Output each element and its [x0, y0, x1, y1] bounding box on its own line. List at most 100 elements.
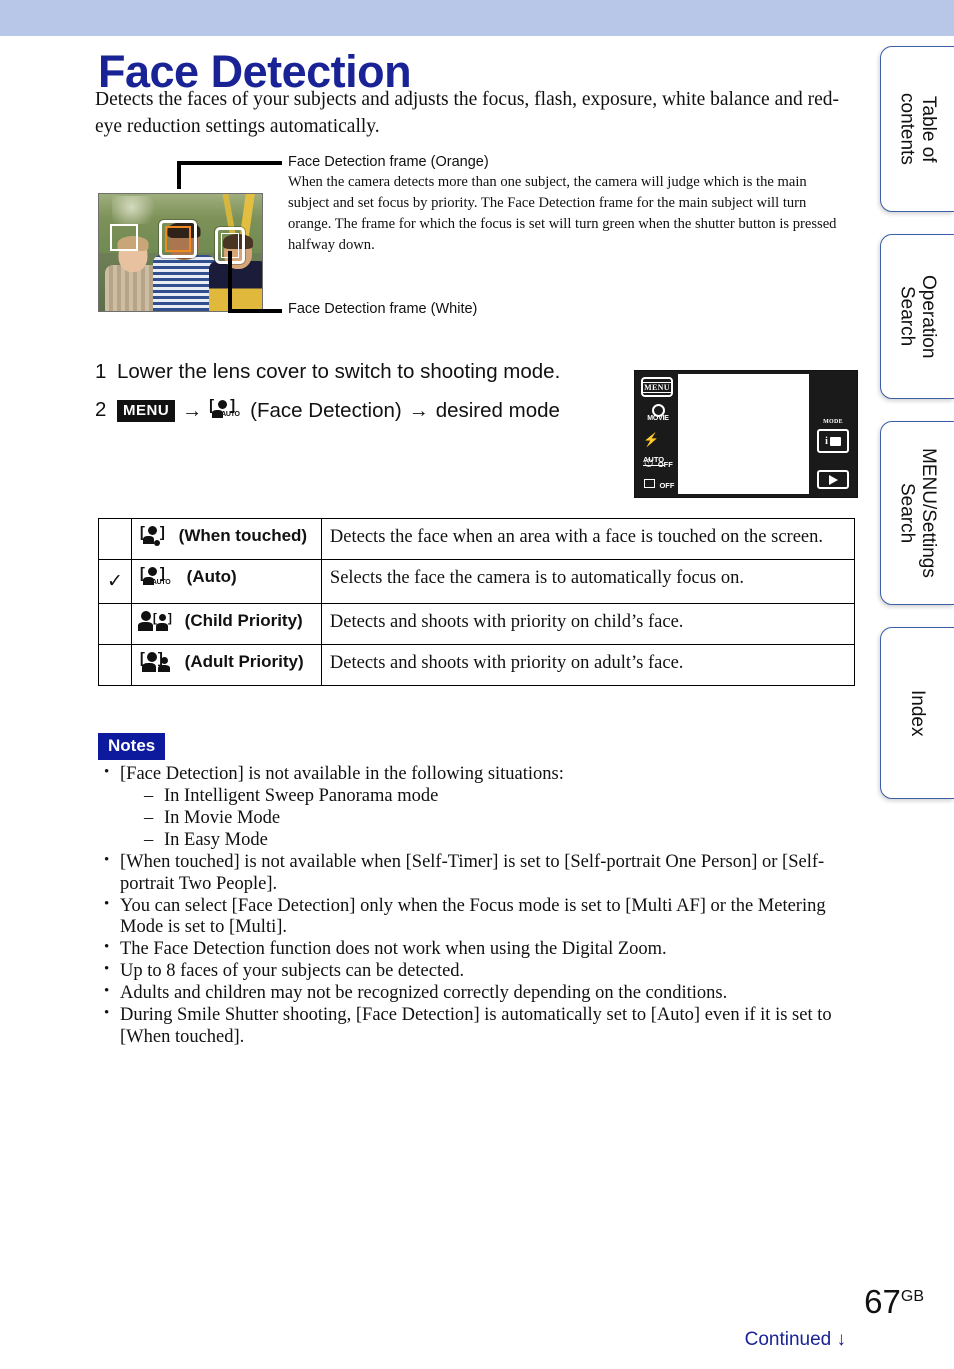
- step-1-number: 1: [95, 360, 107, 383]
- camera-screen-burst-button[interactable]: OFF: [644, 475, 676, 493]
- intelligent-auto-i-icon: i: [825, 435, 828, 447]
- callout-orange-title: Face Detection frame (Orange): [288, 154, 489, 170]
- step-1: 1 Lower the lens cover to switch to shoo…: [95, 360, 655, 384]
- arrow-down-icon: ↓: [836, 1329, 847, 1350]
- face-frame-orange-inner: [165, 226, 191, 252]
- table-row: [ ] (When touched) Detects the face when…: [98, 517, 856, 561]
- notes-list: [Face Detection] is not available in the…: [98, 764, 858, 1049]
- illustration-block: Face Detection frame (Orange) When the c…: [98, 154, 858, 317]
- row-description: Detects the face when an area with a fac…: [320, 517, 856, 561]
- face-detection-auto-icon-sublabel: AUTO: [151, 578, 171, 586]
- camera-screen-menu-button[interactable]: MENU: [641, 377, 673, 397]
- leader-line-orange-vertical: [177, 161, 181, 189]
- row-check-cell: [98, 644, 132, 687]
- camera-screen-playback-button[interactable]: [817, 470, 849, 489]
- step-2-text: MENU → [ ] AUTO (Face Detection) → desir…: [117, 397, 560, 424]
- camera-icon: [829, 436, 841, 446]
- list-item: [Face Detection] is not available in the…: [98, 764, 858, 852]
- list-item: You can select [Face Detection] only whe…: [98, 896, 858, 940]
- step-2-end-text: desired mode: [435, 399, 560, 422]
- camera-screen-menu-label: MENU: [641, 381, 673, 393]
- playback-triangle-icon: [828, 474, 838, 485]
- callout-orange-body: When the camera detects more than one su…: [288, 174, 837, 254]
- menu-button[interactable]: MENU: [117, 400, 176, 422]
- intro-paragraph: Detects the faces of your subjects and a…: [95, 89, 839, 137]
- camera-screen-burst-label: OFF: [659, 481, 675, 490]
- row-mode-label: (Auto): [186, 567, 237, 587]
- camera-screen-mode-button[interactable]: i: [817, 429, 849, 453]
- camera-screen-timer-label: OFF: [657, 460, 673, 469]
- burst-frames-icon: [644, 479, 655, 488]
- sample-photo: [98, 193, 263, 312]
- sidebar-item-index[interactable]: Index: [880, 627, 954, 799]
- continued-label: Continued: [744, 1329, 832, 1350]
- notes-badge: Notes: [98, 733, 166, 760]
- face-detection-auto-icon: [ ] AUTO: [209, 397, 240, 418]
- camera-screen-movie-button[interactable]: MOVIE: [645, 404, 671, 422]
- list-item: In Movie Mode: [144, 808, 858, 830]
- step-1-text: Lower the lens cover to switch to shooti…: [117, 360, 561, 383]
- sidebar-item-label: Index: [907, 689, 929, 737]
- camera-screen-live-view: [678, 374, 809, 494]
- camera-screen-illustration: MENU MOVIE ⚡ AUTO ⏱ OFF OFF MODE i: [634, 370, 858, 498]
- step-2: 2 MENU → [ ] AUTO (Face Detection) → des…: [95, 397, 655, 424]
- list-item: Up to 8 faces of your subjects can be de…: [98, 961, 858, 983]
- sidebar-item-label: Table of contents: [896, 93, 939, 165]
- sidebar-item-label: MENU/Settings Search: [896, 448, 939, 578]
- face-detection-touch-icon: [ ]: [140, 524, 170, 548]
- list-item: The Face Detection function does not wor…: [98, 939, 858, 961]
- page-number-value: 67: [864, 1283, 901, 1320]
- row-description: Selects the face the camera is to automa…: [320, 559, 856, 605]
- callout-white-title: Face Detection frame (White): [288, 301, 478, 317]
- row-check-cell: [98, 603, 132, 646]
- row-check-cell: [98, 517, 132, 561]
- sidebar-item-operation-search[interactable]: Operation Search: [880, 234, 954, 399]
- face-detection-adult-icon: [ ]: [140, 650, 176, 674]
- row-mode-cell: [ ] (Adult Priority): [130, 644, 322, 687]
- list-item: Adults and children may not be recognize…: [98, 983, 858, 1005]
- row-mode-cell: [ ] (When touched): [130, 517, 322, 561]
- step-2-number: 2: [95, 398, 107, 421]
- row-mode-label: (Adult Priority): [184, 652, 304, 672]
- table-row: [ ] (Child Priority) Detects and shoots …: [98, 603, 856, 646]
- page-number-suffix: GB: [900, 1288, 924, 1305]
- arrow-right-icon-2: →: [408, 400, 429, 422]
- row-mode-cell: [ ] AUTO (Auto): [130, 559, 322, 605]
- face-detection-auto-icon-sublabel: AUTO: [221, 411, 240, 418]
- face-frame-white-left: [110, 224, 138, 251]
- face-detection-modes-table: [ ] (When touched) Detects the face when…: [98, 517, 856, 687]
- sidebar-item-menu-settings-search[interactable]: MENU/Settings Search: [880, 421, 954, 605]
- arrow-right-icon-1: →: [182, 400, 203, 422]
- table-row: ✓ [ ] AUTO (Auto) Selects the face the c…: [98, 559, 856, 605]
- face-detection-child-icon: [ ]: [137, 610, 176, 633]
- list-item: [When touched] is not available when [Se…: [98, 852, 858, 896]
- flash-bolt-icon: ⚡: [643, 432, 660, 447]
- leader-line-orange-horizontal: [177, 161, 282, 165]
- list-item: In Intelligent Sweep Panorama mode: [144, 786, 858, 808]
- note-text: [Face Detection] is not available in the…: [120, 764, 564, 784]
- list-item: During Smile Shutter shooting, [Face Det…: [98, 1005, 858, 1049]
- page-number: 67GB: [864, 1283, 924, 1321]
- timer-icon: ⏱: [644, 456, 654, 470]
- camera-screen-mode-label: MODE: [823, 419, 843, 425]
- row-check-cell: ✓: [98, 559, 132, 605]
- notes-sublist: In Intelligent Sweep Panorama mode In Mo…: [120, 786, 858, 852]
- face-detection-auto-icon: [ ] AUTO: [139, 564, 171, 586]
- sidebar-item-label: Operation Search: [896, 274, 939, 359]
- row-description: Detects and shoots with priority on adul…: [320, 644, 856, 687]
- step-2-mid-text: (Face Detection): [250, 399, 402, 422]
- table-row: [ ] (Adult Priority) Detects and shoots …: [98, 644, 856, 687]
- row-mode-label: (Child Priority): [184, 611, 303, 631]
- steps-list: 1 Lower the lens cover to switch to shoo…: [95, 360, 655, 432]
- row-mode-cell: [ ] (Child Priority): [130, 603, 322, 646]
- row-mode-label: (When touched): [178, 526, 308, 545]
- camera-screen-selftimer-button[interactable]: ⏱ OFF: [644, 454, 676, 472]
- leader-line-white-vertical: [228, 251, 232, 313]
- list-item: In Easy Mode: [144, 830, 858, 852]
- continued-link[interactable]: Continued ↓: [745, 1329, 846, 1351]
- row-description: Detects and shoots with priority on chil…: [320, 603, 856, 646]
- sidebar-tabs: Table of contents Operation Search MENU/…: [880, 46, 954, 821]
- default-check-mark: ✓: [107, 571, 123, 593]
- camera-screen-movie-label: MOVIE: [647, 415, 669, 422]
- sidebar-item-table-of-contents[interactable]: Table of contents: [880, 46, 954, 212]
